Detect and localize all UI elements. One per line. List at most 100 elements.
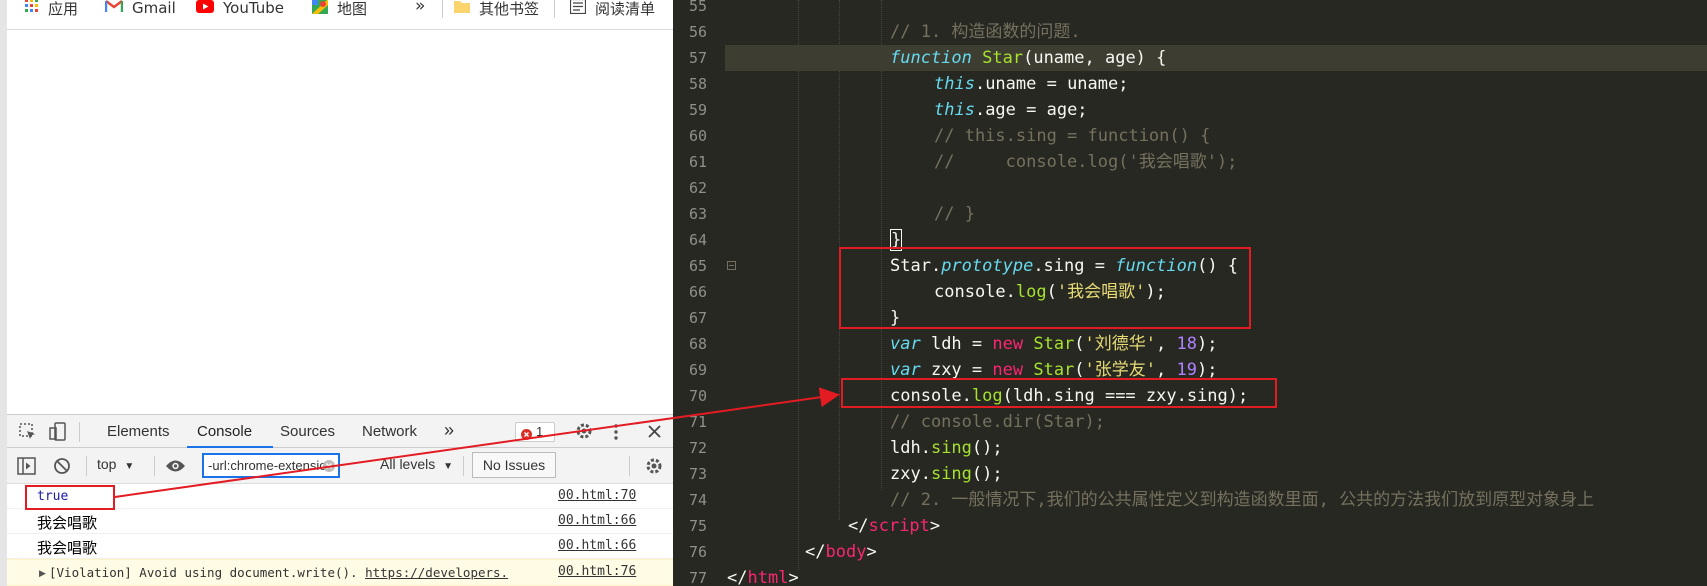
line-number: 64 [688,231,707,249]
console-toolbar: top ▼ -url:chrome-extensio All levels ▼ … [7,448,673,484]
annotation-box-console-log [841,378,1277,408]
code-text: ldh. [890,438,931,458]
kebab-menu-icon[interactable] [614,424,618,445]
source-link[interactable]: 00.html:66 [558,513,636,528]
line-number: 66 [688,283,707,301]
line-number: 72 [688,439,707,457]
code-line-59: this.age = age; [725,97,1707,123]
code-text: (); [971,438,1003,458]
tab-sources[interactable]: Sources [280,423,335,440]
gmail-icon [104,0,124,17]
code-text: </ [727,568,748,586]
clear-filter-icon[interactable] [323,460,335,475]
code-function-name: Star [982,48,1024,68]
bookmarks-divider [442,0,443,18]
code-comment: // 2. 一般情况下,我们的公共属性定义到构造函数里面, 公共的方法我们放到原… [890,490,1595,510]
code-number: 18 [1176,334,1197,354]
code-text: ( [1074,334,1085,354]
code-keyword: var [890,360,921,380]
line-number: 70 [688,387,707,405]
violation-link[interactable]: https://developers. [365,565,508,580]
line-number: 63 [688,205,707,223]
maps-icon [312,0,328,18]
source-link[interactable]: 00.html:70 [558,488,636,503]
line-number: 67 [688,309,707,327]
code-line-74: // 2. 一般情况下,我们的公共属性定义到构造函数里面, 公共的方法我们放到原… [725,487,1707,513]
more-tabs-button[interactable]: » [444,420,454,441]
console-settings-gear-icon[interactable] [645,457,663,480]
code-line-61: // console.log('我会唱歌'); [725,149,1707,175]
line-number: 60 [688,127,707,145]
line-number: 75 [688,517,707,535]
line-gutter: 55 56 57 58 59 60 61 62 63 64 65 66 67 6… [673,0,725,586]
code-text: ); [1197,360,1218,380]
bookmark-youtube[interactable]: YouTube [196,0,284,17]
code-keyword: this [934,74,975,94]
code-line-77: </html> [725,565,1707,586]
source-link[interactable]: 00.html:76 [558,564,636,579]
settings-gear-icon[interactable] [575,422,593,445]
line-number: 61 [688,153,707,171]
line-number: 73 [688,465,707,483]
expand-triangle-icon[interactable]: ▶ [39,568,46,579]
line-number: 76 [688,543,707,561]
code-text: (uname, age) { [1023,48,1167,68]
line-number: 57 [688,49,707,67]
code-line-76: </body> [725,539,1707,565]
context-selector[interactable]: top ▼ [97,456,134,472]
bookmark-label: 地图 [337,0,368,18]
apps-grid-icon [25,0,39,17]
code-function-name: sing [930,464,972,484]
code-function-name: Star [1033,360,1075,380]
reading-list-button[interactable]: 阅读清单 [569,0,655,18]
code-comment: // } [934,204,975,224]
log-levels-dropdown[interactable]: All levels ▼ [380,456,453,472]
line-number: 58 [688,75,707,93]
console-filter-input[interactable]: -url:chrome-extensio [202,453,340,478]
toolbar-divider [463,456,464,476]
line-number: 74 [688,491,707,509]
code-keyword: new [992,334,1024,354]
code-function-name: sing [930,438,972,458]
tab-console[interactable]: Console [197,423,252,440]
inspect-element-icon[interactable] [19,423,37,446]
bookmark-gmail[interactable]: Gmail [104,0,176,17]
issues-button[interactable]: No Issues [472,452,556,478]
code-keyword: function [890,48,972,68]
code-text: </ [848,516,869,536]
code-text: > [866,542,877,562]
sidebar-toggle-icon[interactable] [17,457,36,480]
source-link[interactable]: 00.html:66 [558,538,636,553]
tab-network[interactable]: Network [362,423,417,440]
code-text: (); [971,464,1003,484]
log-levels-value: All levels [380,456,436,472]
code-text: ( [1074,360,1085,380]
close-devtools-icon[interactable] [648,425,661,443]
code-editor: 55 56 57 58 59 60 61 62 63 64 65 66 67 6… [673,0,1707,586]
console-row: 我会唱歌 00.html:66 [7,534,673,559]
device-toolbar-icon[interactable] [49,422,67,446]
code-keyword: var [890,334,921,354]
tab-elements[interactable]: Elements [107,423,170,440]
code-comment: // console.log('我会唱歌'); [934,152,1238,172]
bookmark-maps[interactable]: 地图 [312,0,368,18]
code-text: zxy. [890,464,931,484]
live-expression-eye-icon[interactable] [165,459,186,478]
code-tag: script [868,516,930,536]
line-number: 77 [688,569,707,586]
dropdown-arrow-icon: ▼ [443,461,454,472]
bookmark-apps[interactable]: 应用 [25,0,78,18]
folder-icon [454,0,470,17]
console-message: [Violation] Avoid using document.write()… [49,565,508,580]
toolbar-divider [86,456,87,476]
bookmark-folder-other[interactable]: 其他书签 [454,0,540,18]
bookmarks-overflow-button[interactable]: » [415,0,425,16]
error-count-badge[interactable]: 1 [515,422,555,442]
clear-console-icon[interactable] [53,457,71,480]
code-text: </ [805,542,826,562]
annotation-box-prototype [839,247,1251,329]
bookmark-label: 其他书签 [479,0,540,18]
bookmark-label: Gmail [132,0,176,17]
